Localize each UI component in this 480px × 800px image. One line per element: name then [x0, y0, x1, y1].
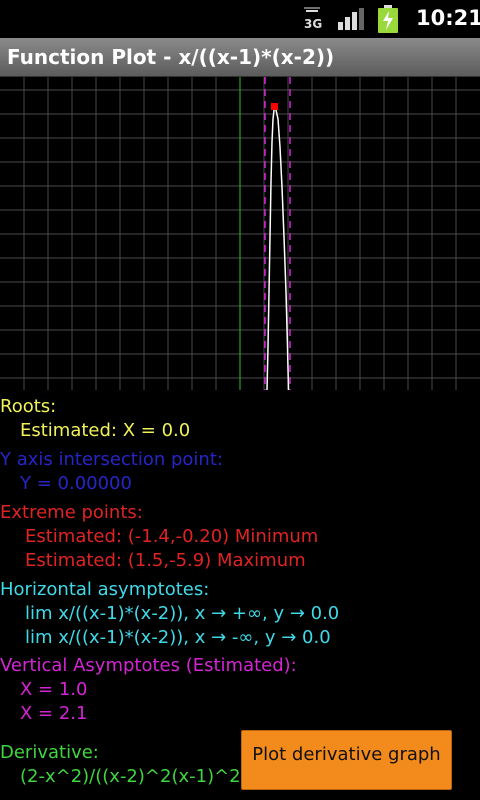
title-bar: Function Plot - x/((x-1)*(x-2)) [0, 38, 480, 77]
root-value: Estimated: X = 0.0 [20, 420, 191, 441]
clock: 10:21 [416, 6, 480, 30]
y-intersection-heading: Y axis intersection point: [0, 449, 223, 470]
extreme-points-heading: Extreme points: [0, 502, 143, 523]
derivative-expression: (2-x^2)/((x-2)^2(x-1)^2) [20, 766, 248, 787]
page-title: Function Plot - x/((x-1)*(x-2)) [7, 45, 335, 69]
vertical-asymptote-value: X = 1.0 [20, 679, 88, 700]
vertical-asymptote-value: X = 2.1 [20, 703, 88, 724]
vertical-asymptotes-heading: Vertical Asymptotes (Estimated): [0, 655, 297, 676]
extreme-point-marker [271, 103, 278, 110]
horizontal-asymptote-positive: lim x/((x-1)*(x-2)), x → +∞, y → 0.0 [25, 603, 340, 624]
horizontal-asymptote-negative: lim x/((x-1)*(x-2)), x → -∞, y → 0.0 [25, 627, 331, 648]
signal-strength-icon [338, 8, 364, 30]
extreme-point-minimum: Estimated: (-1.4,-0.20) Minimum [25, 526, 319, 547]
roots-heading: Roots: [0, 396, 57, 417]
extreme-point-maximum: Estimated: (1.5,-5.9) Maximum [25, 550, 306, 571]
plot-derivative-button[interactable]: Plot derivative graph [241, 730, 452, 790]
function-plot[interactable] [0, 77, 480, 390]
derivative-heading: Derivative: [0, 742, 99, 763]
function-curve [266, 106, 290, 390]
status-bar: 3G 10:21 [0, 0, 480, 38]
y-intersection-value: Y = 0.00000 [20, 473, 132, 494]
battery-charging-icon [378, 5, 398, 33]
3g-network-icon: 3G [304, 7, 322, 31]
network-type-label: 3G [304, 17, 322, 31]
horizontal-asymptotes-heading: Horizontal asymptotes: [0, 579, 210, 600]
